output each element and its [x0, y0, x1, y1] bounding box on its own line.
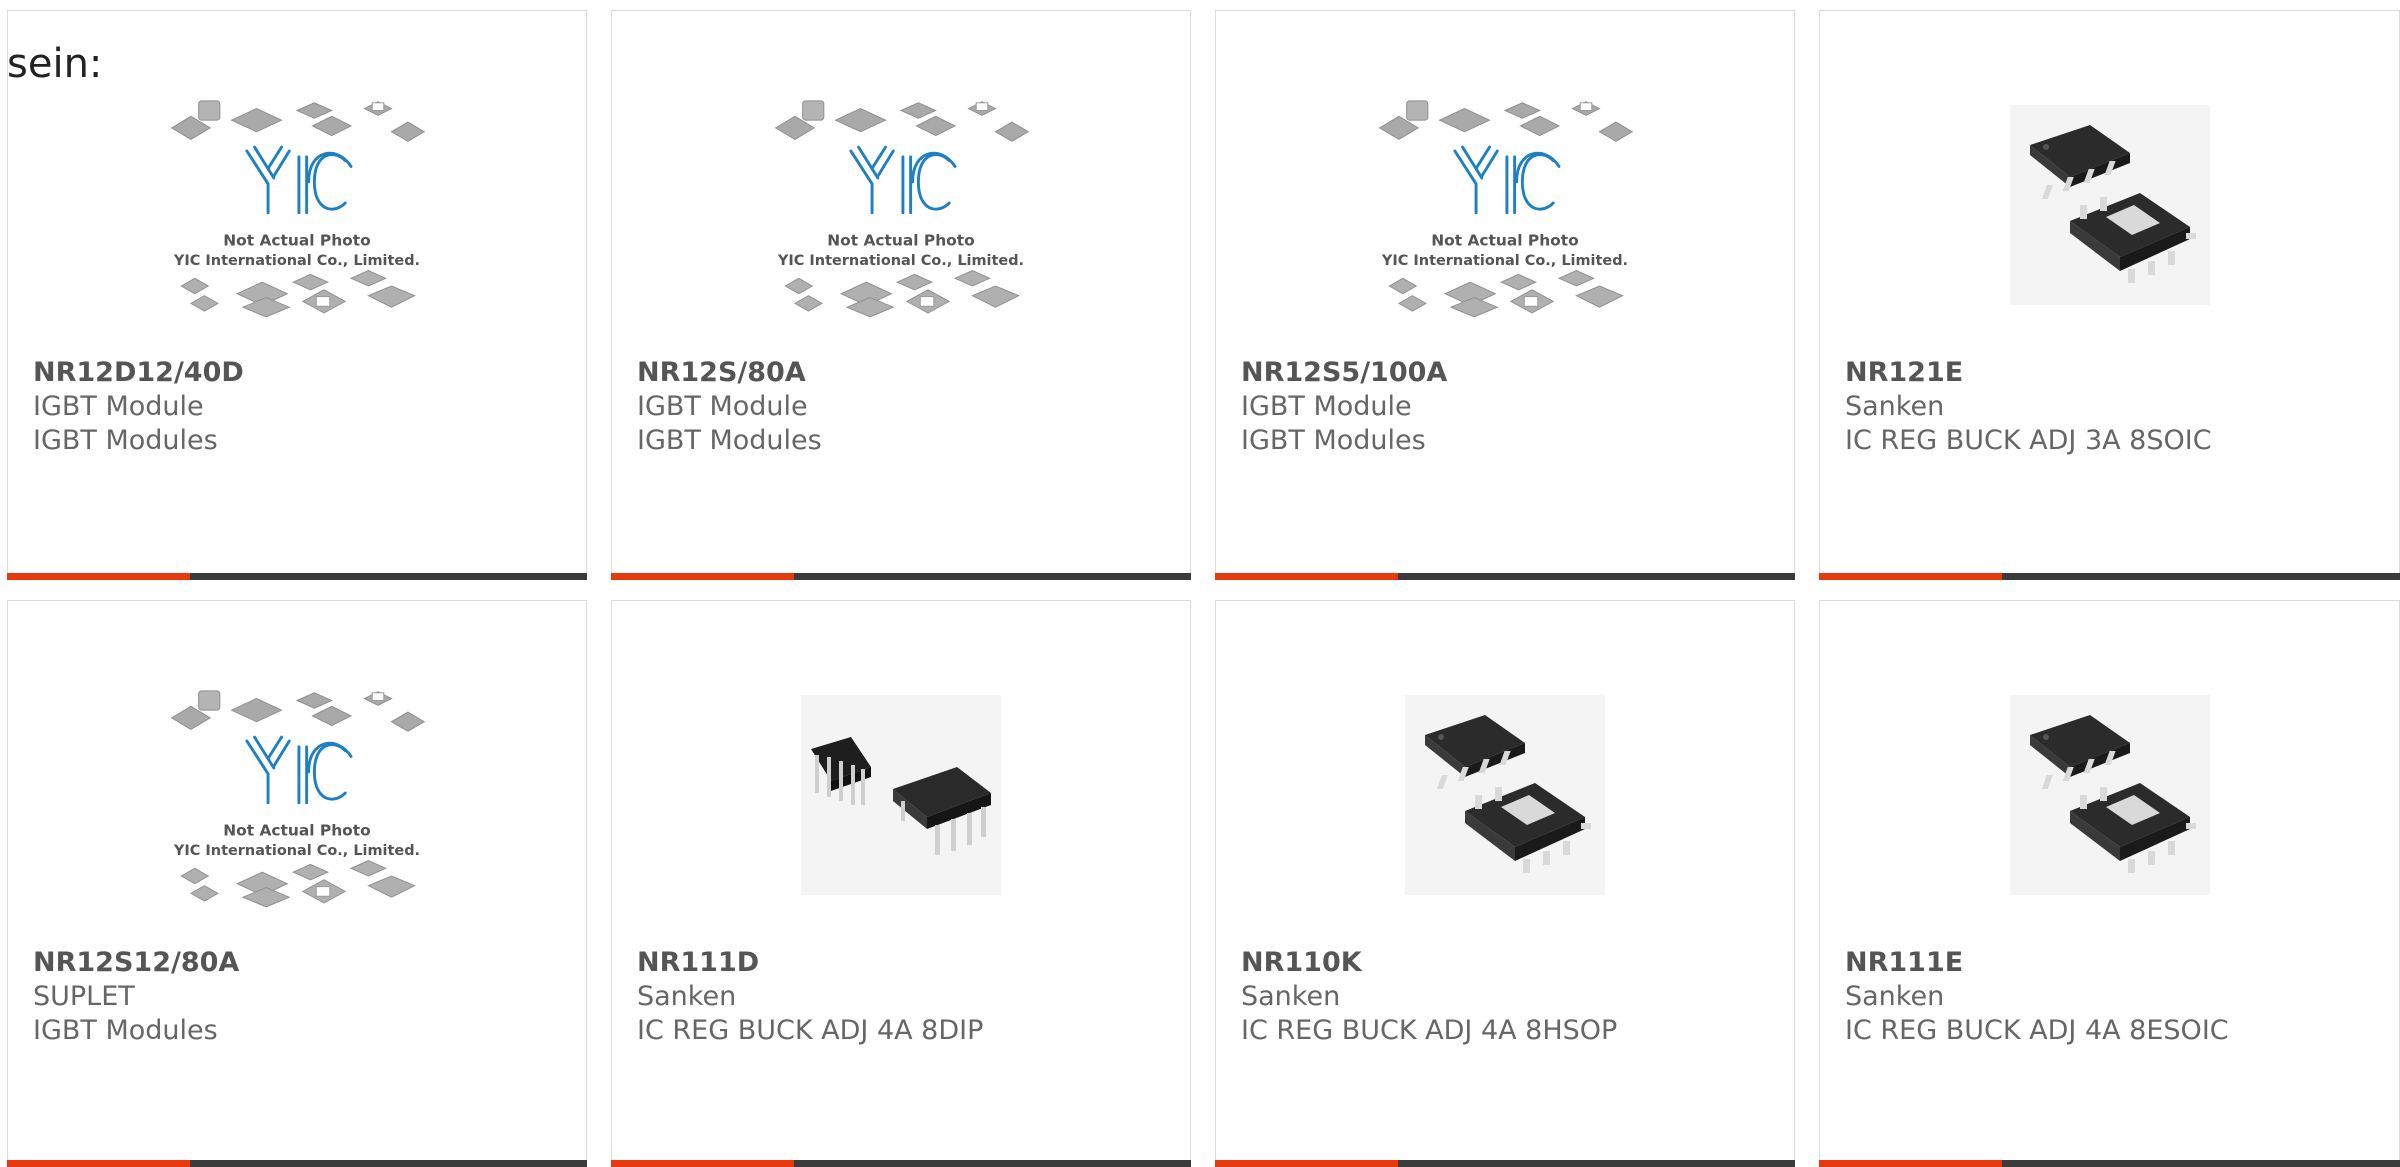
product-card[interactable]: NR121E Sanken IC REG BUCK ADJ 3A 8SOIC [1819, 10, 2400, 580]
product-info: NR12S12/80A SUPLET IGBT Modules [33, 946, 576, 1048]
product-card[interactable]: NR111E Sanken IC REG BUCK ADJ 4A 8ESOIC [1819, 600, 2400, 1167]
card-bottom-bar [1819, 573, 2400, 580]
card-accent-bar [611, 573, 794, 580]
product-card[interactable]: NR111D Sanken IC REG BUCK ADJ 4A 8DIP [611, 600, 1191, 1167]
product-info: NR111E Sanken IC REG BUCK ADJ 4A 8ESOIC [1845, 946, 2389, 1048]
description-label: IGBT Modules [1241, 425, 1426, 456]
description-label: IC REG BUCK ADJ 4A 8ESOIC [1845, 1015, 2229, 1046]
product-image[interactable] [1820, 659, 2399, 931]
card-bottom-bar [611, 1160, 1191, 1167]
product-image[interactable] [8, 69, 586, 341]
product-info: NR121E Sanken IC REG BUCK ADJ 3A 8SOIC [1845, 356, 2389, 458]
product-info: NR12D12/40D IGBT Module IGBT Modules [33, 356, 576, 458]
description-label: IGBT Modules [33, 1015, 218, 1046]
card-bottom-bar [611, 573, 1191, 580]
product-info: NR12S5/100A IGBT Module IGBT Modules [1241, 356, 1784, 458]
manufacturer-label: IGBT Module [1241, 391, 1412, 422]
description-label: IC REG BUCK ADJ 3A 8SOIC [1845, 425, 2212, 456]
product-card[interactable]: NR12D12/40D IGBT Module IGBT Modules [7, 10, 587, 580]
part-number-link[interactable]: NR12D12/40D [33, 356, 576, 390]
page-root: sein: NR12D12/40D IGBT Module IGBT Modul… [0, 0, 2400, 1167]
card-accent-bar [1819, 573, 2002, 580]
product-image[interactable] [8, 659, 586, 931]
description-label: IC REG BUCK ADJ 4A 8HSOP [1241, 1015, 1618, 1046]
card-bottom-bar [1819, 1160, 2400, 1167]
manufacturer-label: Sanken [1845, 981, 1945, 1012]
product-image[interactable] [1216, 69, 1794, 341]
part-number-link[interactable]: NR12S/80A [637, 356, 1180, 390]
manufacturer-label: IGBT Module [33, 391, 204, 422]
part-number-link[interactable]: NR12S5/100A [1241, 356, 1784, 390]
card-bottom-bar [1215, 573, 1795, 580]
manufacturer-label: SUPLET [33, 981, 135, 1012]
product-info: NR110K Sanken IC REG BUCK ADJ 4A 8HSOP [1241, 946, 1784, 1048]
card-accent-bar [7, 573, 190, 580]
product-card[interactable]: NR12S12/80A SUPLET IGBT Modules [7, 600, 587, 1167]
card-bottom-bar [1215, 1160, 1795, 1167]
part-number-link[interactable]: NR110K [1241, 946, 1784, 980]
manufacturer-label: Sanken [637, 981, 737, 1012]
prefix-label: sein: [7, 41, 103, 87]
product-card[interactable]: NR12S5/100A IGBT Module IGBT Modules [1215, 10, 1795, 580]
manufacturer-label: Sanken [1845, 391, 1945, 422]
part-number-link[interactable]: NR121E [1845, 356, 2389, 390]
card-accent-bar [1215, 573, 1398, 580]
product-image[interactable] [612, 69, 1190, 341]
manufacturer-label: IGBT Module [637, 391, 808, 422]
card-bottom-bar [7, 1160, 587, 1167]
card-accent-bar [1215, 1160, 1398, 1167]
not-actual-photo-placeholder [1370, 85, 1640, 325]
product-info: NR12S/80A IGBT Module IGBT Modules [637, 356, 1180, 458]
not-actual-photo-placeholder [162, 675, 432, 915]
not-actual-photo-placeholder [162, 85, 432, 325]
description-label: IGBT Modules [637, 425, 822, 456]
soic-chip-photo [1405, 695, 1605, 895]
card-bottom-bar [7, 573, 587, 580]
description-label: IC REG BUCK ADJ 4A 8DIP [637, 1015, 984, 1046]
product-card[interactable]: NR110K Sanken IC REG BUCK ADJ 4A 8HSOP [1215, 600, 1795, 1167]
card-accent-bar [1819, 1160, 2002, 1167]
part-number-link[interactable]: NR111D [637, 946, 1180, 980]
dip-chip-photo [801, 695, 1001, 895]
card-accent-bar [7, 1160, 190, 1167]
soic-chip-photo [2010, 105, 2210, 305]
card-accent-bar [611, 1160, 794, 1167]
part-number-link[interactable]: NR111E [1845, 946, 2389, 980]
description-label: IGBT Modules [33, 425, 218, 456]
product-info: NR111D Sanken IC REG BUCK ADJ 4A 8DIP [637, 946, 1180, 1048]
product-image[interactable] [612, 659, 1190, 931]
part-number-link[interactable]: NR12S12/80A [33, 946, 576, 980]
soic-chip-photo [2010, 695, 2210, 895]
product-card[interactable]: NR12S/80A IGBT Module IGBT Modules [611, 10, 1191, 580]
product-image[interactable] [1820, 69, 2399, 341]
product-image[interactable] [1216, 659, 1794, 931]
manufacturer-label: Sanken [1241, 981, 1341, 1012]
not-actual-photo-placeholder [766, 85, 1036, 325]
